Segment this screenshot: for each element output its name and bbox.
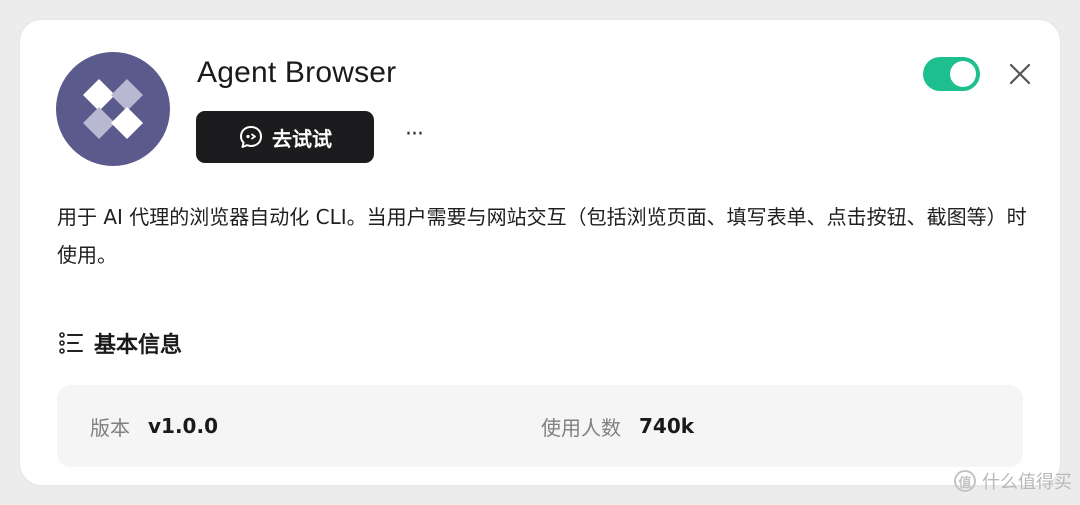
basic-info-header: 基本信息 (58, 327, 182, 359)
basic-info-panel: 版本 v1.0.0 使用人数 740k (57, 385, 1023, 467)
close-icon (1009, 63, 1031, 85)
app-title: Agent Browser (197, 56, 397, 89)
try-button[interactable]: 去试试 (196, 111, 374, 163)
try-button-label: 去试试 (272, 126, 332, 151)
close-button[interactable] (1007, 61, 1033, 87)
users-label: 使用人数 (541, 415, 621, 440)
list-icon (59, 332, 83, 354)
users-value: 740k (639, 414, 695, 438)
version-item: 版本 v1.0.0 (90, 385, 218, 467)
chat-bubble-icon (240, 126, 262, 148)
version-label: 版本 (90, 415, 130, 440)
diamond-cluster-icon (83, 79, 143, 139)
enable-toggle[interactable] (923, 57, 980, 91)
skill-card: Agent Browser 去试试 ··· 用于 AI 代理的浏览器自动化 CL… (20, 20, 1060, 485)
watermark: 值 什么值得买 (954, 468, 1072, 494)
version-value: v1.0.0 (148, 414, 218, 438)
watermark-text: 什么值得买 (982, 472, 1072, 493)
users-item: 使用人数 740k (541, 385, 694, 467)
basic-info-title: 基本信息 (94, 333, 183, 358)
more-button[interactable]: ··· (400, 120, 428, 150)
toggle-knob (950, 61, 976, 87)
watermark-badge: 值 (954, 470, 976, 492)
app-logo (56, 52, 170, 166)
app-description: 用于 AI 代理的浏览器自动化 CLI。当用户需要与网站交互（包括浏览页面、填写… (57, 205, 1027, 267)
